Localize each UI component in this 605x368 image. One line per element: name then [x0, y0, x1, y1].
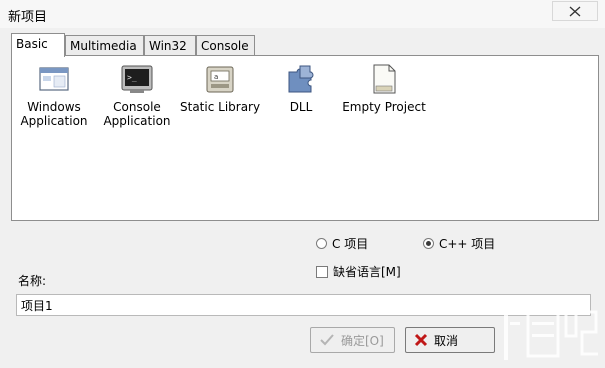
cancel-label: 取消 [434, 333, 459, 348]
window-app-icon [39, 67, 69, 91]
default-language-label: 缺省语言[M] [333, 265, 401, 279]
tab-multimedia[interactable]: Multimedia [65, 35, 144, 56]
project-windows-application[interactable]: Windows Application [20, 62, 88, 128]
radio-circle [316, 238, 327, 249]
ok-button[interactable]: 确定[O] [310, 327, 395, 353]
project-label: DLL [289, 100, 313, 114]
tab-basic[interactable]: Basic [11, 33, 65, 57]
close-icon [569, 6, 581, 17]
c-project-label: C 项目 [332, 237, 369, 251]
project-type-list: Windows Application >_ Console Applicati… [11, 55, 599, 221]
window-title: 新项目 [8, 10, 48, 25]
project-empty-project[interactable]: Empty Project [342, 62, 426, 114]
ok-label: 确定[O] [341, 333, 384, 348]
cpp-project-radio[interactable]: C++ 项目 [423, 235, 495, 252]
project-label: Console Application [103, 100, 171, 128]
cpp-project-label: C++ 项目 [439, 237, 496, 251]
empty-project-icon [373, 64, 396, 94]
console-app-icon: >_ [121, 65, 153, 93]
cross-icon [414, 333, 428, 347]
default-language-checkbox[interactable]: 缺省语言[M] [316, 263, 401, 280]
project-label: Empty Project [342, 100, 426, 114]
static-library-icon: a [206, 66, 234, 93]
dll-puzzle-icon [288, 65, 314, 93]
project-label: Windows Application [20, 100, 88, 128]
checkbox-box [316, 265, 328, 278]
svg-text:>_: >_ [127, 73, 137, 82]
project-console-application[interactable]: >_ Console Application [100, 62, 174, 128]
tab-console[interactable]: Console [196, 35, 255, 56]
svg-text:a: a [214, 73, 218, 81]
name-label: 名称: [18, 274, 47, 288]
c-project-radio[interactable]: C 项目 [316, 235, 368, 252]
title-bar: 新项目 [0, 0, 605, 28]
close-button[interactable] [552, 1, 598, 21]
cancel-button[interactable]: 取消 [405, 327, 495, 353]
project-label: Static Library [180, 100, 261, 114]
watermark-logo [488, 308, 598, 360]
tab-win32[interactable]: Win32 [144, 35, 196, 56]
checkmark-icon [320, 334, 334, 346]
project-static-library[interactable]: a Static Library [180, 62, 260, 114]
project-dll[interactable]: DLL [274, 62, 328, 114]
radio-circle-selected [423, 238, 434, 249]
